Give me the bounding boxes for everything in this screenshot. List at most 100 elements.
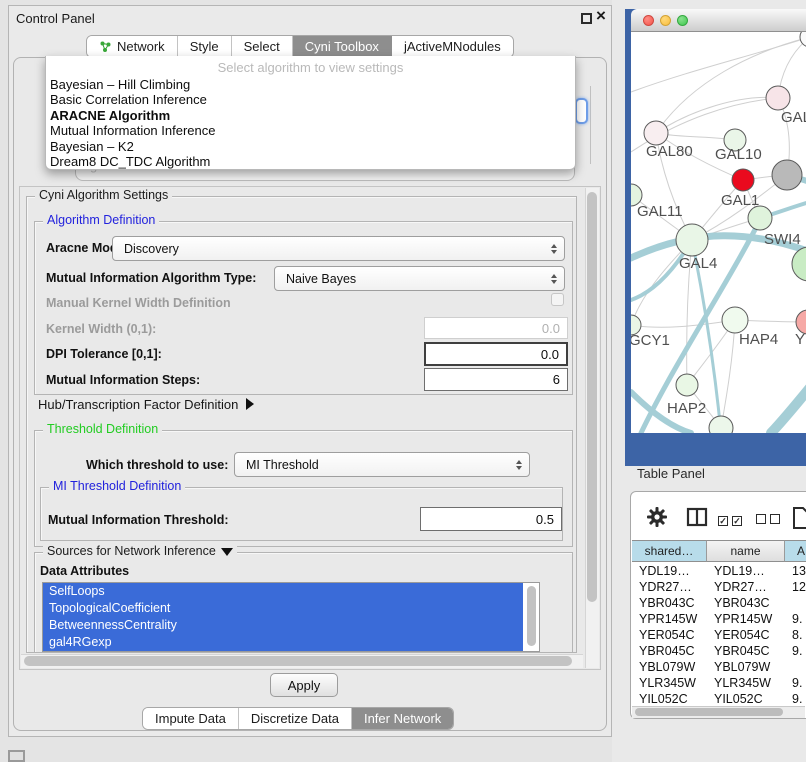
split-columns-icon[interactable] [686,506,708,528]
tab-impute-data[interactable]: Impute Data [143,708,239,729]
table-row[interactable]: YBL079WYBL079W [632,659,806,675]
spinner-arrows-icon [551,244,557,254]
algorithm-option[interactable]: Bayesian – Hill Climbing [46,77,575,92]
focused-combo-fragment [575,98,588,124]
apply-button[interactable]: Apply [270,673,338,697]
algorithm-option[interactable]: ARACNE Algorithm [46,108,575,123]
which-threshold-label: Which threshold to use: [86,458,228,472]
table-cell: YER054C [707,628,785,642]
hub-transcription-section-label[interactable]: Hub/Transcription Factor Definition [38,397,238,412]
tab-discretize-data[interactable]: Discretize Data [239,708,352,729]
attribute-item[interactable]: gal4RGexp [43,634,523,651]
algorithm-option[interactable]: Basic Correlation Inference [46,92,575,107]
data-attributes-list[interactable]: SelfLoopsTopologicalCoefficientBetweenne… [42,582,540,652]
attribute-item[interactable]: TopologicalCoefficient [43,600,523,617]
network-canvas[interactable]: GALGAL80GAL10GAL1GAL11SWI4GAL4GCY1HAP4YH… [631,32,806,433]
column-header-partial[interactable]: A [785,540,806,562]
tab-label: jActiveMNodules [404,39,501,54]
float-window-icon[interactable] [581,13,592,24]
table-hscroll-thumb[interactable] [635,708,783,716]
table-row[interactable]: YIL052CYIL052C9. [632,691,806,706]
tab-select[interactable]: Select [232,36,293,57]
attribute-item[interactable]: SelfLoops [43,583,523,600]
table-row[interactable]: YPR145WYPR145W9. [632,611,806,627]
expand-arrow-icon[interactable] [246,398,254,410]
control-panel-title: Control Panel [16,11,95,26]
network-node[interactable] [732,169,754,191]
algorithm-option[interactable]: Bayesian – K2 [46,139,575,154]
gear-icon[interactable] [646,506,668,528]
list-scrollbar-thumb[interactable] [527,586,536,646]
select-all-checkboxes-icon[interactable]: ✓✓ [718,511,746,529]
new-table-icon[interactable] [792,506,806,530]
mi-algorithm-type-select[interactable]: Naive Bayes [274,266,565,291]
deselect-all-checkboxes-icon[interactable] [756,511,784,529]
column-header-name[interactable]: name [707,540,785,562]
tab-infer-network[interactable]: Infer Network [352,708,453,729]
dpi-tolerance-field[interactable]: 0.0 [424,342,568,366]
table-row[interactable]: YBR045CYBR045C9. [632,643,806,659]
network-edge[interactable] [721,320,735,428]
table-cell: YPR145W [707,612,785,626]
mi-algorithm-type-label: Mutual Information Algorithm Type: [46,271,256,285]
tab-label: Style [190,39,219,54]
algorithm-dropdown-header: Select algorithm to view settings [46,59,575,77]
algorithm-option[interactable]: Dream8 DC_TDC Algorithm [46,154,575,169]
network-node[interactable] [792,247,806,281]
network-edge[interactable] [771,362,806,433]
network-node[interactable] [772,160,802,190]
tab-style[interactable]: Style [178,36,232,57]
network-window-titlebar[interactable] [631,9,806,32]
table-cell: YLR345W [707,676,785,690]
table-row[interactable]: YER054CYER054C8. [632,627,806,643]
aracne-mode-select[interactable]: Discovery [112,236,565,261]
aracne-mode-value: Discovery [124,242,179,256]
minimize-traffic-light[interactable] [660,15,671,26]
network-node-label: GAL1 [721,192,759,209]
network-node[interactable] [766,86,790,110]
kernel-width-field[interactable]: 0.0 [424,317,568,339]
algorithm-option[interactable]: Mutual Information Inference [46,123,575,138]
settings-hscroll-thumb[interactable] [24,656,572,666]
which-threshold-select[interactable]: MI Threshold [234,452,530,477]
network-node-label: GAL10 [715,146,762,163]
tab-cyni-toolbox[interactable]: Cyni Toolbox [293,36,392,57]
network-node[interactable] [709,416,733,433]
table-cell: YDR27… [707,580,785,594]
network-edge[interactable] [631,320,735,327]
table-cell: 9. [785,612,806,626]
tab-network[interactable]: Network [87,36,178,57]
tab-label: Cyni Toolbox [305,39,379,54]
dpi-tolerance-label: DPI Tolerance [0,1]: [46,347,162,361]
table-row[interactable]: YLR345WYLR345W9. [632,675,806,691]
network-node-label: GAL4 [679,255,717,272]
table-row[interactable]: YBR043CYBR043C [632,595,806,611]
network-node[interactable] [722,307,748,333]
collapse-arrow-icon[interactable] [221,548,233,556]
mi-threshold-legend: MI Threshold Definition [49,479,185,493]
network-node[interactable] [644,121,668,145]
network-node[interactable] [676,224,708,256]
spinner-arrows-icon [551,274,557,284]
collapsed-panel-icon[interactable] [8,750,25,762]
table-cell: YLR345W [632,676,707,690]
table-row[interactable]: YDR27…YDR27…12 [632,579,806,595]
mi-steps-field[interactable]: 6 [424,368,568,391]
close-traffic-light[interactable] [643,15,654,26]
settings-vscroll-thumb[interactable] [587,192,597,602]
network-edge[interactable] [631,37,806,92]
tab-jactivemnodules[interactable]: jActiveMNodules [392,36,513,57]
zoom-traffic-light[interactable] [677,15,688,26]
attribute-item[interactable]: BetweennessCentrality [43,617,523,634]
threshold-definition-legend: Threshold Definition [43,422,162,436]
table-row[interactable]: YDL19…YDL19…13 [632,563,806,579]
network-node-label: SWI4 [764,231,801,248]
network-node-label: GAL11 [637,203,683,220]
network-node[interactable] [748,206,772,230]
mi-threshold-field[interactable]: 0.5 [420,507,562,531]
column-header-shared[interactable]: shared… [632,540,707,562]
table-cell: 13 [785,564,806,578]
manual-kernel-width-checkbox[interactable] [551,293,564,306]
network-node[interactable] [676,374,698,396]
close-icon[interactable]: × [596,6,606,26]
